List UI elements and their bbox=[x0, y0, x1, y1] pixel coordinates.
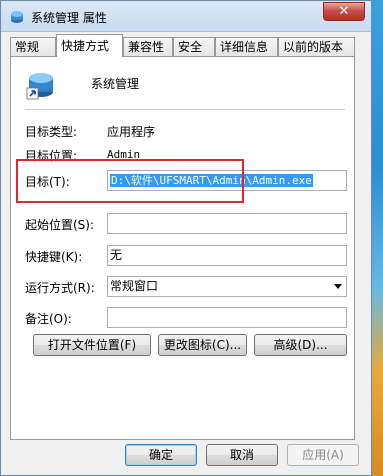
cancel-button[interactable]: 取消 bbox=[206, 444, 278, 466]
comment-input[interactable] bbox=[107, 307, 347, 328]
run-select-value: 常规窗口 bbox=[110, 279, 159, 293]
title-bar[interactable]: 系统管理 属性 ✕ bbox=[1, 1, 371, 32]
advanced-button[interactable]: 高级(D)... bbox=[254, 334, 347, 356]
tab-details[interactable]: 详细信息 bbox=[215, 37, 278, 56]
app-icon-small bbox=[11, 11, 23, 23]
start-in-label: 起始位置(S): bbox=[25, 218, 95, 232]
target-location-label: 目标位置: bbox=[25, 149, 78, 163]
target-type-value: 应用程序 bbox=[107, 125, 156, 139]
shortcut-key-label: 快捷键(K): bbox=[25, 250, 83, 264]
target-type-label: 目标类型: bbox=[25, 125, 78, 139]
divider bbox=[25, 109, 345, 110]
target-input[interactable]: D:\软件\UFSMART\Admin\Admin.exe bbox=[107, 170, 347, 191]
tab-general[interactable]: 常规 bbox=[10, 37, 56, 56]
tab-shortcut[interactable]: 快捷方式 bbox=[56, 34, 123, 57]
window-title: 系统管理 属性 bbox=[31, 11, 107, 25]
change-icon-button[interactable]: 更改图标(C)... bbox=[158, 334, 247, 356]
comment-label: 备注(O): bbox=[25, 312, 72, 326]
close-button[interactable]: ✕ bbox=[323, 2, 365, 21]
shortcut-key-input[interactable]: 无 bbox=[107, 245, 347, 266]
properties-dialog: 系统管理 属性 ✕ 常规 快捷方式 兼容性 安全 详细信息 以前的版本 系统管理… bbox=[0, 0, 372, 476]
start-in-input[interactable] bbox=[107, 213, 347, 234]
tab-security[interactable]: 安全 bbox=[173, 37, 215, 56]
tab-compatibility[interactable]: 兼容性 bbox=[123, 37, 173, 56]
database-icon bbox=[26, 73, 53, 100]
shortcut-name: 系统管理 bbox=[91, 77, 140, 91]
run-select[interactable]: 常规窗口 bbox=[107, 276, 347, 297]
run-label: 运行方式(R): bbox=[25, 281, 95, 295]
ok-button[interactable]: 确定 bbox=[125, 444, 197, 466]
target-location-value: Admin bbox=[107, 148, 141, 161]
target-input-text: D:\软件\UFSMART\Admin\Admin.exe bbox=[110, 174, 313, 187]
target-label: 目标(T): bbox=[25, 175, 70, 189]
apply-button[interactable]: 应用(A) bbox=[287, 444, 359, 466]
tab-previous-versions[interactable]: 以前的版本 bbox=[278, 37, 355, 56]
chevron-down-icon bbox=[334, 284, 342, 289]
open-file-location-button[interactable]: 打开文件位置(F) bbox=[33, 334, 151, 356]
